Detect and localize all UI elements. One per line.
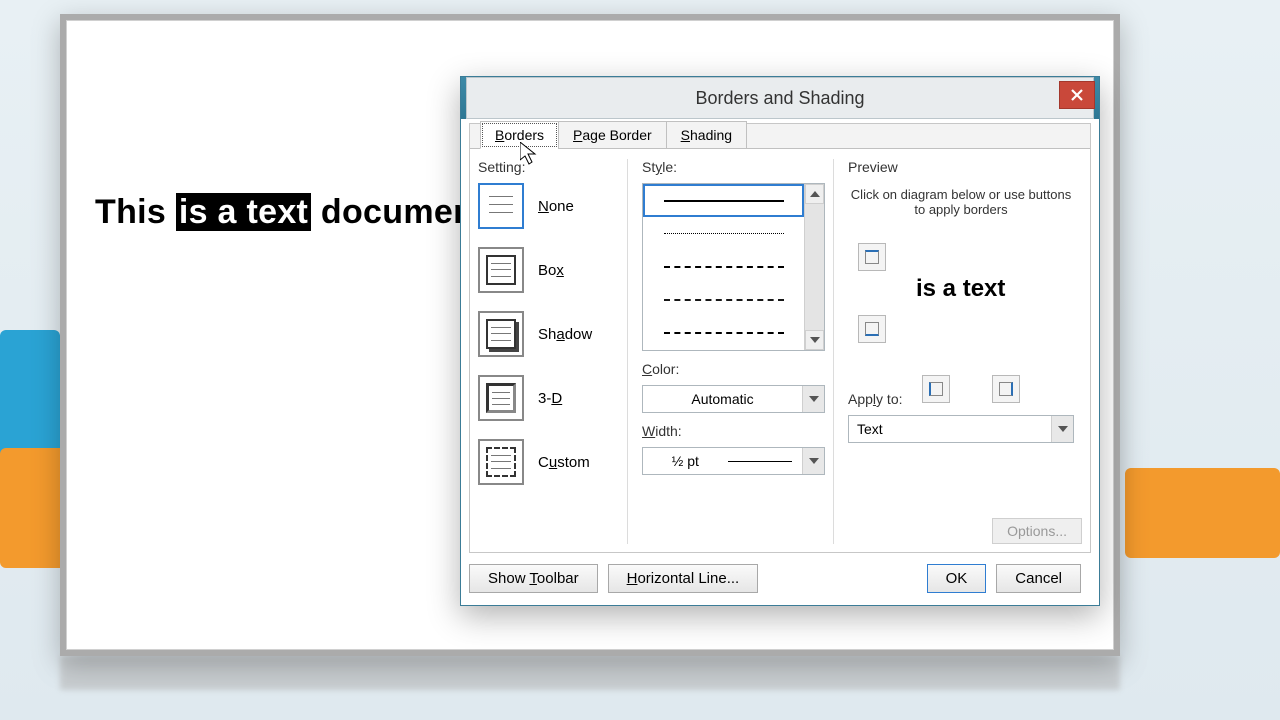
- setting-column: Setting: None Box Shadow 3-D: [478, 159, 628, 544]
- setting-shadow-icon: [478, 311, 524, 357]
- dialog-titlebar[interactable]: Borders and Shading: [461, 77, 1099, 119]
- setting-shadow[interactable]: Shadow: [478, 311, 621, 357]
- window-shadow: [60, 656, 1120, 690]
- setting-custom[interactable]: Custom: [478, 439, 621, 485]
- setting-none-icon: [478, 183, 524, 229]
- preview-column: Preview Click on diagram below or use bu…: [840, 159, 1082, 544]
- color-value: Automatic: [643, 391, 802, 407]
- tab-shading[interactable]: Shading: [666, 121, 747, 149]
- color-field: Color: Automatic: [642, 361, 825, 413]
- show-toolbar-button[interactable]: Show Toolbar: [469, 564, 598, 593]
- width-value: ½ pt: [653, 453, 718, 469]
- setting-none[interactable]: None: [478, 183, 621, 229]
- dialog-title: Borders and Shading: [466, 77, 1094, 119]
- border-bottom-button[interactable]: [858, 315, 886, 343]
- preview-label: Preview: [848, 159, 1074, 175]
- setting-box-icon: [478, 247, 524, 293]
- document-text[interactable]: This is a text document.: [95, 193, 496, 232]
- chevron-down-icon: [810, 337, 820, 343]
- scroll-track[interactable]: [805, 204, 824, 330]
- border-right-button[interactable]: [992, 375, 1020, 403]
- border-bottom-icon: [865, 322, 879, 336]
- options-button: Options...: [992, 518, 1082, 544]
- width-field: Width: ½ pt: [642, 423, 825, 475]
- ok-button[interactable]: OK: [927, 564, 987, 593]
- tab-borders[interactable]: Borders: [480, 121, 559, 149]
- cancel-button[interactable]: Cancel: [996, 564, 1081, 593]
- tab-page-border[interactable]: Page Border: [558, 121, 667, 149]
- line-dash-icon: [664, 266, 784, 268]
- dialog-tabs: Borders Page Border Shading: [480, 121, 746, 149]
- line-solid-icon: [664, 200, 784, 202]
- setting-label: Setting:: [478, 159, 621, 175]
- setting-3d[interactable]: 3-D: [478, 375, 621, 421]
- width-sample-line-icon: [728, 461, 793, 462]
- setting-box[interactable]: Box: [478, 247, 621, 293]
- style-fine-dotted[interactable]: [643, 217, 804, 250]
- apply-to-field: Apply to: Text: [848, 391, 1074, 443]
- border-right-icon: [999, 382, 1013, 396]
- close-button[interactable]: [1059, 81, 1095, 109]
- dialog-body: Borders Page Border Shading Setting: Non…: [469, 123, 1091, 553]
- line-dashdot-icon: [664, 332, 784, 334]
- tab-borders-rest: orders: [504, 127, 544, 143]
- close-icon: [1070, 88, 1084, 102]
- dialog-footer: Show Toolbar Horizontal Line... OK Cance…: [469, 559, 1091, 597]
- preview-sample-text: is a text: [916, 275, 1005, 303]
- horizontal-line-button[interactable]: Horizontal Line...: [608, 564, 759, 593]
- style-items: [643, 184, 804, 350]
- border-left-button[interactable]: [922, 375, 950, 403]
- border-top-button[interactable]: [858, 243, 886, 271]
- wallpaper-block-orange-right: [1125, 468, 1280, 558]
- style-dashed-long[interactable]: [643, 250, 804, 283]
- style-scrollbar[interactable]: [804, 184, 824, 350]
- line-fine-icon: [664, 233, 784, 234]
- chevron-down-icon: [809, 396, 819, 402]
- style-dash-dot[interactable]: [643, 316, 804, 349]
- color-dropdown-button[interactable]: [802, 386, 824, 412]
- style-solid[interactable]: [643, 184, 804, 217]
- style-listbox[interactable]: [642, 183, 825, 351]
- color-combo[interactable]: Automatic: [642, 385, 825, 413]
- chevron-down-icon: [809, 458, 819, 464]
- apply-to-combo[interactable]: Text: [848, 415, 1074, 443]
- chevron-down-icon: [1058, 426, 1068, 432]
- style-column: Style:: [634, 159, 834, 544]
- width-dropdown-button[interactable]: [802, 448, 824, 474]
- tab-panel-borders: Setting: None Box Shadow 3-D: [470, 148, 1090, 552]
- border-top-icon: [865, 250, 879, 264]
- doc-text-selected: is a text: [176, 193, 311, 231]
- apply-to-value: Text: [849, 421, 1051, 437]
- preview-description: Click on diagram below or use buttons to…: [848, 187, 1074, 217]
- width-combo[interactable]: ½ pt: [642, 447, 825, 475]
- scroll-down-button[interactable]: [805, 330, 824, 350]
- borders-shading-dialog: Borders and Shading Borders Page Border …: [460, 76, 1100, 606]
- setting-3d-icon: [478, 375, 524, 421]
- doc-text-before: This: [95, 193, 176, 231]
- preview-diagram[interactable]: is a text: [848, 235, 1074, 385]
- border-left-icon: [929, 382, 943, 396]
- style-dashed-short[interactable]: [643, 283, 804, 316]
- scroll-up-button[interactable]: [805, 184, 824, 204]
- apply-to-dropdown-button[interactable]: [1051, 416, 1073, 442]
- chevron-up-icon: [810, 191, 820, 197]
- line-dash2-icon: [664, 299, 784, 301]
- setting-custom-icon: [478, 439, 524, 485]
